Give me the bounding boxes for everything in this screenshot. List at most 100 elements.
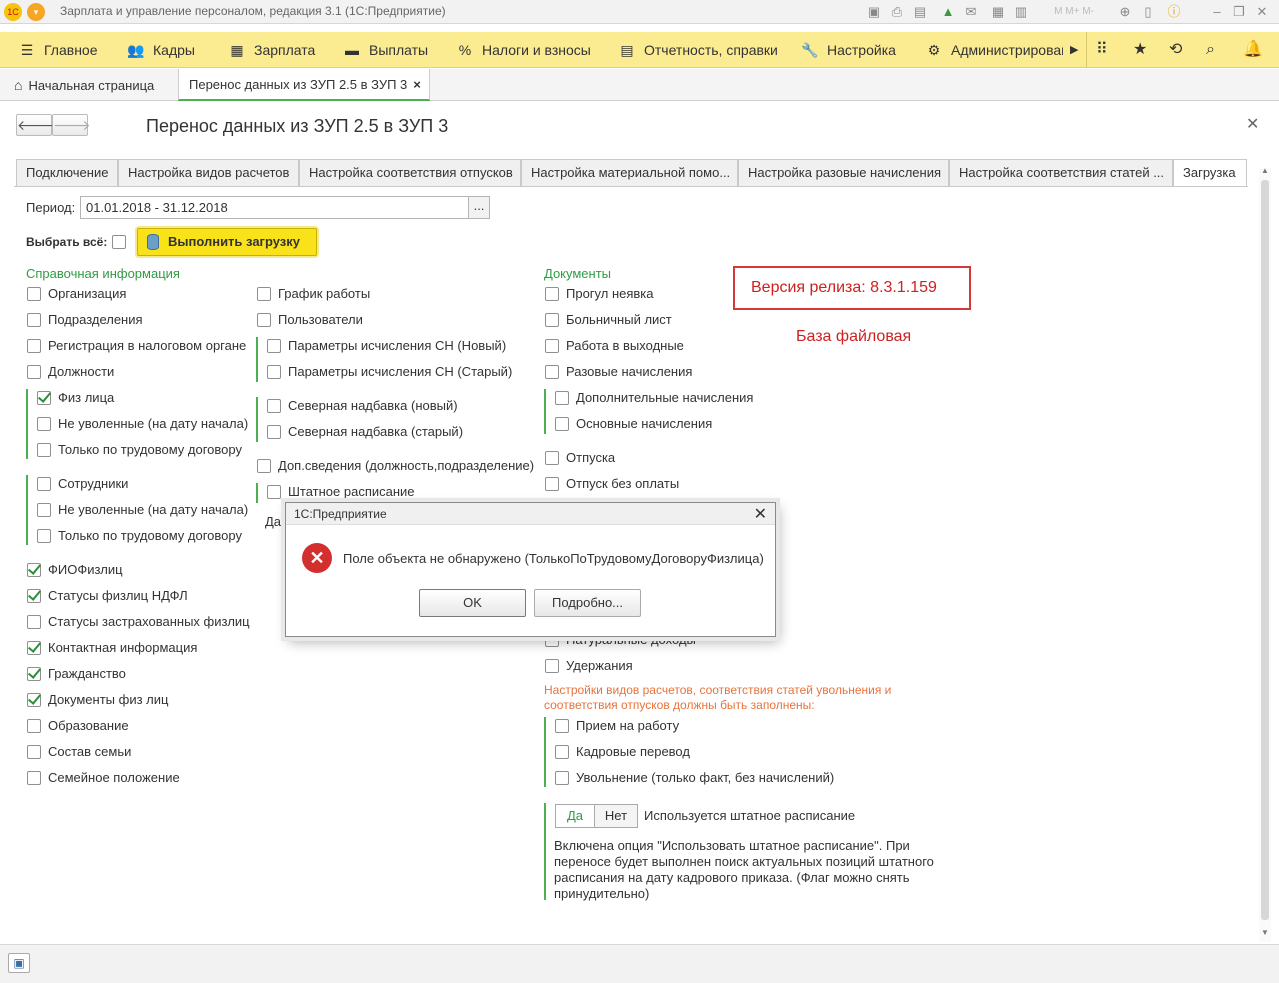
period-select-button[interactable]: ... xyxy=(468,196,490,219)
checkbox[interactable] xyxy=(37,477,51,491)
checkbox[interactable] xyxy=(545,313,559,327)
calendar-icon[interactable]: ▥ xyxy=(1013,4,1029,20)
memory-icons[interactable]: M M+ M- xyxy=(1044,4,1104,20)
tab-one-time[interactable]: Настройка разовые начисления xyxy=(738,159,949,186)
checkbox[interactable] xyxy=(257,459,271,473)
tab-articles[interactable]: Настройка соответствия статей ... xyxy=(949,159,1173,186)
checkbox[interactable] xyxy=(267,399,281,413)
dialog-ok-button[interactable]: OK xyxy=(419,589,526,617)
checkbox[interactable] xyxy=(27,693,41,707)
checkbox[interactable] xyxy=(27,339,41,353)
tab-load[interactable]: Загрузка xyxy=(1173,159,1247,187)
menu-scroll-right-icon[interactable]: ▶ xyxy=(1070,32,1078,68)
checkbox[interactable] xyxy=(27,615,41,629)
dialog-details-button[interactable]: Подробно... xyxy=(534,589,641,617)
tab-calc-types[interactable]: Настройка видов расчетов xyxy=(118,159,299,186)
notifications-icon[interactable]: 🔔 xyxy=(1243,32,1263,68)
zoom-icon[interactable]: ⊕ xyxy=(1117,4,1133,20)
close-form-icon[interactable]: ✕ xyxy=(1246,114,1259,134)
app-menu-icon[interactable]: ▾ xyxy=(27,3,45,21)
menu-item-reports[interactable]: ▤ Отчетность, справки xyxy=(618,32,778,68)
checkbox[interactable] xyxy=(27,589,41,603)
close-window-icon[interactable]: ✕ xyxy=(1254,4,1270,20)
checkbox[interactable] xyxy=(257,313,271,327)
staff-yes-button[interactable]: Да xyxy=(555,804,595,828)
scroll-down-icon[interactable]: ▼ xyxy=(1261,928,1269,937)
maximize-icon[interactable]: ❐ xyxy=(1231,4,1247,20)
scroll-up-icon[interactable]: ▲ xyxy=(1261,166,1269,175)
menu-item-main[interactable]: ☰ Главное xyxy=(18,32,98,68)
staff-no-button[interactable]: Нет xyxy=(594,804,638,828)
checkbox[interactable] xyxy=(37,529,51,543)
calculator-icon[interactable]: ▦ xyxy=(990,4,1006,20)
checkbox[interactable] xyxy=(555,771,569,785)
checkbox[interactable] xyxy=(545,477,559,491)
dialog-close-icon[interactable]: ✕ xyxy=(754,504,767,524)
checkbox[interactable] xyxy=(27,771,41,785)
history-icon[interactable]: ⟲ xyxy=(1169,32,1182,68)
search-icon[interactable]: ⌕ xyxy=(1206,32,1215,68)
checkbox[interactable] xyxy=(545,287,559,301)
tab-connection[interactable]: Подключение xyxy=(16,159,118,186)
menu-item-payments[interactable]: ▬ Выплаты xyxy=(343,32,428,68)
checkbox[interactable] xyxy=(37,503,51,517)
checkbox[interactable] xyxy=(27,719,41,733)
checkbox[interactable] xyxy=(27,641,41,655)
checkbox[interactable] xyxy=(545,365,559,379)
wrench-icon: 🔧 xyxy=(801,42,819,58)
checkbox[interactable] xyxy=(555,745,569,759)
menu-item-admin[interactable]: ⚙ Администрирован xyxy=(925,32,1063,68)
checkbox[interactable] xyxy=(27,365,41,379)
checkbox[interactable] xyxy=(545,659,559,673)
checkbox[interactable] xyxy=(555,417,569,431)
menu-item-staff[interactable]: 👥 Кадры xyxy=(127,32,195,68)
checkbox-label: Организация xyxy=(48,286,127,301)
attach-icon[interactable]: ▲ xyxy=(940,4,956,20)
run-load-button[interactable]: Выполнить загрузку xyxy=(137,228,317,256)
menu-item-taxes[interactable]: % Налоги и взносы xyxy=(456,32,591,68)
checkbox[interactable] xyxy=(27,563,41,577)
checkbox[interactable] xyxy=(555,391,569,405)
checkbox[interactable] xyxy=(267,485,281,499)
checkbox[interactable] xyxy=(545,339,559,353)
select-all-label: Выбрать всё: xyxy=(26,235,108,249)
minimize-icon[interactable]: – xyxy=(1209,4,1225,20)
checkbox[interactable] xyxy=(37,391,51,405)
tab-current[interactable]: Перенос данных из ЗУП 2.5 в ЗУП 3 × xyxy=(178,69,430,101)
tab-home[interactable]: ⌂ Начальная страница xyxy=(14,69,154,101)
tab-material-aid[interactable]: Настройка материальной помо... xyxy=(521,159,738,186)
period-input[interactable]: 01.01.2018 - 31.12.2018 xyxy=(80,196,470,219)
select-all-checkbox[interactable] xyxy=(112,235,126,249)
scrollbar-thumb[interactable] xyxy=(1261,180,1269,920)
favorites-icon[interactable]: ★ xyxy=(1133,32,1147,68)
menu-item-settings[interactable]: 🔧 Настройка xyxy=(801,32,896,68)
checkbox[interactable] xyxy=(27,745,41,759)
people-icon: 👥 xyxy=(127,42,145,58)
checkbox[interactable] xyxy=(555,719,569,733)
checkbox[interactable] xyxy=(37,443,51,457)
apps-grid-icon[interactable]: ⠿ xyxy=(1096,32,1108,68)
close-tab-icon[interactable]: × xyxy=(413,77,421,92)
forward-button[interactable]: 🡒 xyxy=(52,114,91,136)
print-icon[interactable]: ⎙ xyxy=(889,4,905,20)
menu-item-salary[interactable]: ▦ Зарплата xyxy=(228,32,315,68)
checkbox[interactable] xyxy=(27,287,41,301)
info-icon[interactable]: ⓘ xyxy=(1166,4,1182,20)
checkbox[interactable] xyxy=(27,667,41,681)
checkbox[interactable] xyxy=(267,365,281,379)
back-button[interactable]: 🡐 xyxy=(16,114,55,136)
checkbox[interactable] xyxy=(267,425,281,439)
status-messages-icon[interactable]: ▣ xyxy=(8,953,30,973)
checkbox[interactable] xyxy=(37,417,51,431)
save-icon[interactable]: ▣ xyxy=(866,4,882,20)
mail-icon[interactable]: ✉ xyxy=(963,4,979,20)
app-logo-icon[interactable]: 1С xyxy=(4,3,22,21)
tab-vacations[interactable]: Настройка соответствия отпусков xyxy=(299,159,521,186)
preview-icon[interactable]: ▤ xyxy=(912,4,928,20)
checkbox-label: Больничный лист xyxy=(566,312,672,327)
panel-icon[interactable]: ▯ xyxy=(1140,4,1156,20)
checkbox[interactable] xyxy=(267,339,281,353)
checkbox[interactable] xyxy=(27,313,41,327)
checkbox[interactable] xyxy=(545,451,559,465)
checkbox[interactable] xyxy=(257,287,271,301)
